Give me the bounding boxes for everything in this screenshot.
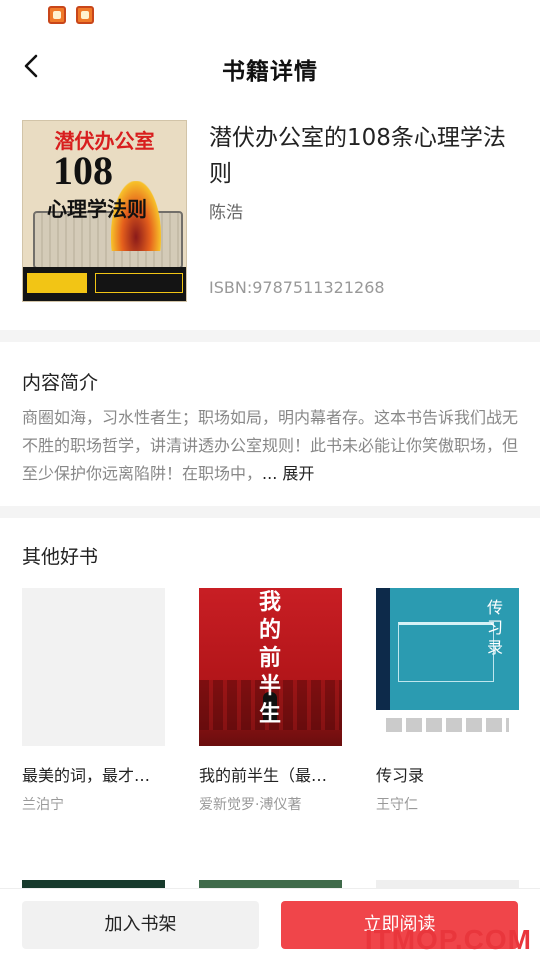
other-books-heading: 其他好书 [22, 546, 99, 568]
rec-book-title: 最美的词，最才… [22, 766, 151, 785]
cover-number: 108 [53, 148, 113, 193]
rec-book-item[interactable]: 传习录 传习录 王守仁 [376, 588, 519, 814]
cover-title: 传习录 [487, 598, 504, 657]
cover-title: 我的前半生 [259, 589, 282, 726]
book-info: 潜伏办公室 108 心理学法则 潜伏办公室的108条心理学法则 陈浩 ISBN:… [0, 108, 540, 322]
rec-book-cover [22, 588, 165, 746]
other-books-section: 其他好书 最美的词，最才… 兰泊宁 我的前半生 我的前半生（最… 爱新觉罗·溥仪… [0, 518, 540, 898]
top-bar: 书籍详情 [0, 36, 540, 98]
cover-band-block [27, 273, 87, 293]
intro-section: 内容简介 商圈如海，习水性者生；职场如局，明内幕者存。这本书告诉我们战无不胜的职… [0, 342, 540, 506]
rec-book-author: 兰泊宁 [22, 797, 64, 813]
rec-book-cover: 我的前半生 [199, 588, 342, 746]
add-to-shelf-button[interactable]: 加入书架 [22, 901, 259, 949]
cover-building-art [398, 622, 494, 682]
rec-book-title: 传习录 [376, 766, 425, 785]
book-isbn: ISBN:9787511321268 [209, 278, 385, 297]
page-title: 书籍详情 [222, 59, 318, 85]
cover-band [23, 267, 186, 301]
watermark: ITMOP.COM [364, 924, 532, 955]
rec-book-author: 王守仁 [376, 797, 418, 813]
bottom-action-bar: 加入书架 立即阅读 ITMOP.COM [0, 888, 540, 960]
cover-spine [376, 588, 390, 710]
rec-book-cover: 传习录 [376, 588, 519, 746]
book-author: 陈浩 [209, 203, 243, 223]
status-bar [0, 0, 540, 32]
intro-heading: 内容简介 [22, 372, 99, 394]
app-notification-icon [48, 6, 66, 24]
rec-book-author: 爱新觉罗·溥仪著 [199, 797, 302, 813]
intro-text: 商圈如海，习水性者生；职场如局，明内幕者存。这本书告诉我们战无不胜的职场哲学，讲… [22, 404, 522, 488]
book-title: 潜伏办公室的108条心理学法则 [209, 125, 506, 187]
rec-book-item[interactable]: 最美的词，最才… 兰泊宁 [22, 588, 165, 814]
cover-subtitle: 心理学法则 [47, 197, 147, 221]
section-divider [0, 506, 540, 518]
expand-link[interactable]: ... 展开 [262, 464, 314, 483]
cover-band-frame [95, 273, 183, 293]
rec-book-item[interactable]: 我的前半生 我的前半生（最… 爱新觉罗·溥仪著 [199, 588, 342, 814]
rec-book-title: 我的前半生（最… [199, 766, 328, 785]
section-divider [0, 330, 540, 342]
app-notification-icon [76, 6, 94, 24]
book-cover[interactable]: 潜伏办公室 108 心理学法则 [22, 120, 187, 302]
cover-text-lines [386, 718, 509, 732]
